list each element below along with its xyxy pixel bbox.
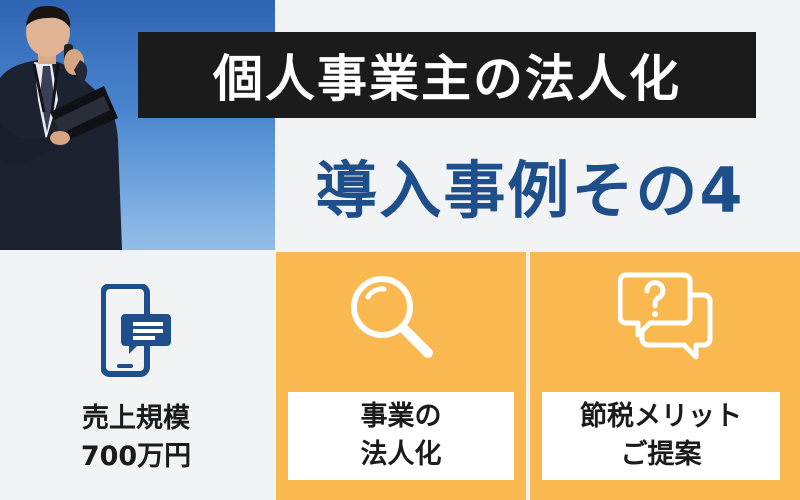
- card-line-2: ご提案: [620, 439, 702, 470]
- case-study-subtitle: 導入事例その4: [315, 154, 745, 227]
- card-line-2: 法人化: [360, 439, 442, 470]
- card-text: 節税メリット ご提案: [542, 392, 780, 480]
- smartphone-message-icon: [100, 283, 173, 388]
- card-text: 事業の 法人化: [288, 392, 514, 480]
- question-speech-bubbles-icon: [617, 269, 718, 369]
- tax-saving-proposal-card: 節税メリット ご提案: [530, 252, 800, 500]
- page-title: 個人事業主の法人化: [213, 50, 681, 108]
- magnifying-glass-icon: [342, 269, 452, 369]
- card-line-1: 事業の: [360, 401, 442, 432]
- card-line-1: 売上規模: [82, 403, 190, 434]
- card-text: 売上規模 700万円: [26, 394, 246, 482]
- sales-scale-card: 売上規模 700万円: [0, 252, 272, 500]
- card-line-1: 節税メリット: [580, 401, 742, 432]
- business-incorporation-card: 事業の 法人化: [276, 252, 526, 500]
- title-banner: 個人事業主の法人化: [138, 32, 756, 118]
- card-line-2: 700万円: [80, 441, 192, 472]
